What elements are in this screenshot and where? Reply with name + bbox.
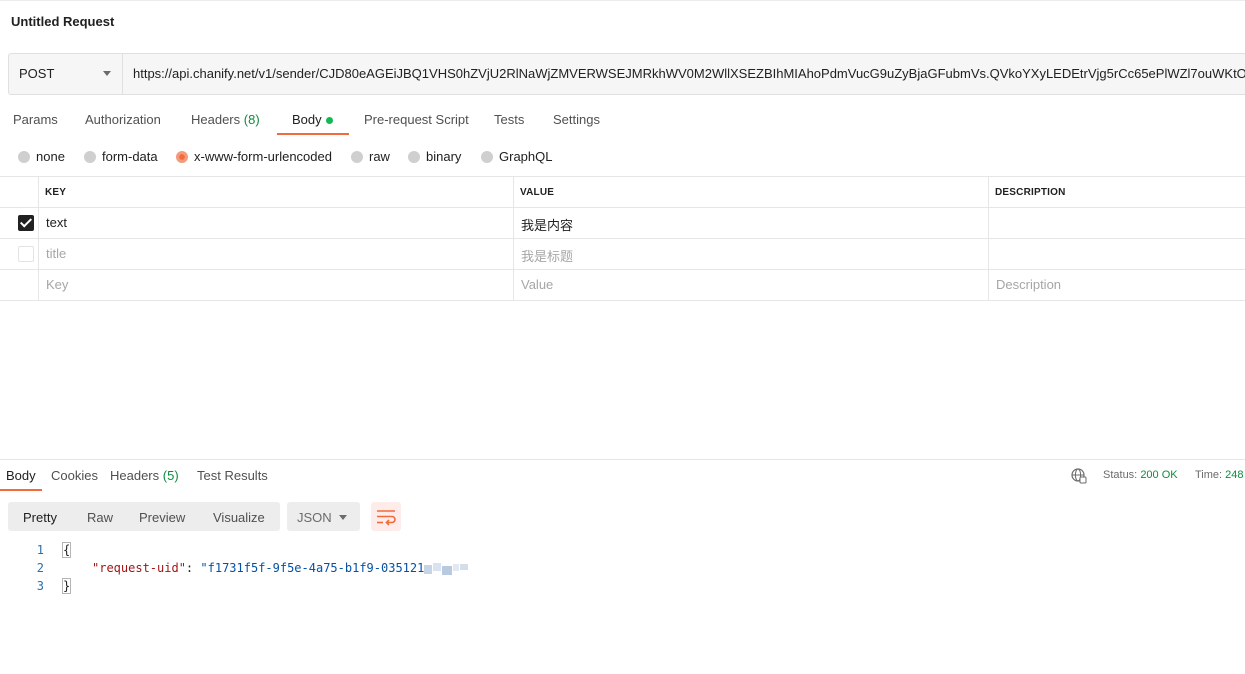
view-preview-button[interactable]: Preview [139,510,185,525]
row-key[interactable]: text [46,215,67,230]
line-number: 1 [36,543,44,557]
request-title[interactable]: Untitled Request [11,14,114,29]
tab-settings[interactable]: Settings [553,112,600,127]
column-divider [988,176,989,300]
new-value-input[interactable]: Value [521,277,553,292]
tab-tests[interactable]: Tests [494,112,524,127]
active-response-tab-underline [0,489,42,491]
radio-circle-icon [18,150,30,163]
tab-prerequest-script[interactable]: Pre-request Script [364,112,469,127]
json-key: "request-uid" [92,561,186,575]
row-value[interactable]: 我是标题 [521,246,573,265]
radio-label: raw [369,149,390,164]
method-label: POST [19,66,55,81]
response-tab-headers-label: Headers [110,468,160,483]
response-tab-cookies[interactable]: Cookies [51,468,98,483]
time-label: Time: [1195,469,1223,481]
time-value: 248 [1225,469,1244,481]
tab-body[interactable]: Body [292,112,322,127]
body-status-dot [326,117,333,124]
table-border [0,300,1245,301]
table-border [0,207,1245,208]
method-select[interactable]: POST [9,54,123,94]
json-close-brace: } [61,578,72,594]
radio-label: GraphQL [499,149,553,164]
response-tab-body[interactable]: Body [6,468,36,483]
chevron-down-icon [339,515,347,520]
tab-headers-label: Headers [191,112,241,127]
view-raw-button[interactable]: Raw [87,510,113,525]
radio-label: binary [426,149,462,164]
radio-circle-icon [351,150,363,163]
column-divider [513,176,514,300]
new-description-input[interactable]: Description [996,277,1061,292]
response-tab-headers-count: (5) [162,468,179,483]
tab-authorization[interactable]: Authorization [85,112,161,127]
tab-headers-count: (8) [243,112,260,127]
redacted-blur-icon [424,562,469,575]
radio-raw[interactable]: raw [351,149,390,164]
view-mode-group: Pretty Raw Preview Visualize [8,502,280,531]
format-select[interactable]: JSON [287,502,360,531]
column-header-description: DESCRIPTION [995,187,1066,198]
radio-urlencoded[interactable]: x-www-form-urlencoded [176,149,332,164]
response-time: Time: 248 [1195,469,1244,481]
view-pretty-button[interactable]: Pretty [23,510,57,525]
format-label: JSON [297,510,332,525]
table-border [0,176,1245,177]
url-input[interactable]: https://api.chanify.net/v1/sender/CJD80e… [123,54,1245,94]
json-line: "request-uid": "f1731f5f-9f5e-4a75-b1f9-… [92,561,470,575]
chevron-down-icon [103,71,111,76]
column-header-key: KEY [45,187,67,198]
params-table: KEY VALUE DESCRIPTION text 我是内容 title 我是… [0,0,1245,674]
response-tab-headers[interactable]: Headers (5) [110,468,179,483]
response-tab-test-results[interactable]: Test Results [197,468,268,483]
table-border [0,269,1245,270]
status-label: Status: [1103,469,1138,481]
radio-form-data[interactable]: form-data [84,149,158,164]
globe-icon[interactable] [1071,468,1087,484]
response-status: Status: 200 OK [1103,469,1178,481]
response-divider [0,459,1245,460]
line-number: 3 [36,579,44,593]
radio-label: form-data [102,149,158,164]
radio-none[interactable]: none [18,149,65,164]
radio-label: none [36,149,65,164]
active-tab-underline [277,133,349,135]
wrap-lines-button[interactable] [371,502,401,531]
json-value: "f1731f5f-9f5e-4a75-b1f9-035121 [200,561,425,575]
response-code-view: 1 2 3 { "request-uid": "f1731f5f-9f5e-4a… [0,0,1245,674]
radio-circle-icon [481,150,493,163]
row-checkbox[interactable] [18,215,34,231]
row-key[interactable]: title [46,246,66,261]
new-key-input[interactable]: Key [46,277,68,292]
column-divider [38,176,39,300]
radio-circle-icon [408,150,420,163]
radio-graphql[interactable]: GraphQL [481,149,552,164]
row-checkbox[interactable] [18,246,34,262]
request-bar: POST https://api.chanify.net/v1/sender/C… [8,53,1245,95]
json-open-brace: { [61,542,72,558]
tab-headers[interactable]: Headers (8) [191,112,260,127]
radio-circle-icon [84,150,96,163]
row-value[interactable]: 我是内容 [521,215,573,234]
wrap-lines-icon [377,510,396,526]
tab-params[interactable]: Params [13,112,58,127]
line-number: 2 [36,561,44,575]
top-border [0,0,1245,1]
radio-label: x-www-form-urlencoded [194,149,332,164]
table-border [0,238,1245,239]
column-header-value: VALUE [520,187,555,198]
view-visualize-button[interactable]: Visualize [213,510,265,525]
json-colon: : [185,561,194,575]
radio-selected-icon [176,150,188,163]
url-text: https://api.chanify.net/v1/sender/CJD80e… [133,66,1245,81]
radio-binary[interactable]: binary [408,149,461,164]
status-value: 200 OK [1140,469,1178,481]
